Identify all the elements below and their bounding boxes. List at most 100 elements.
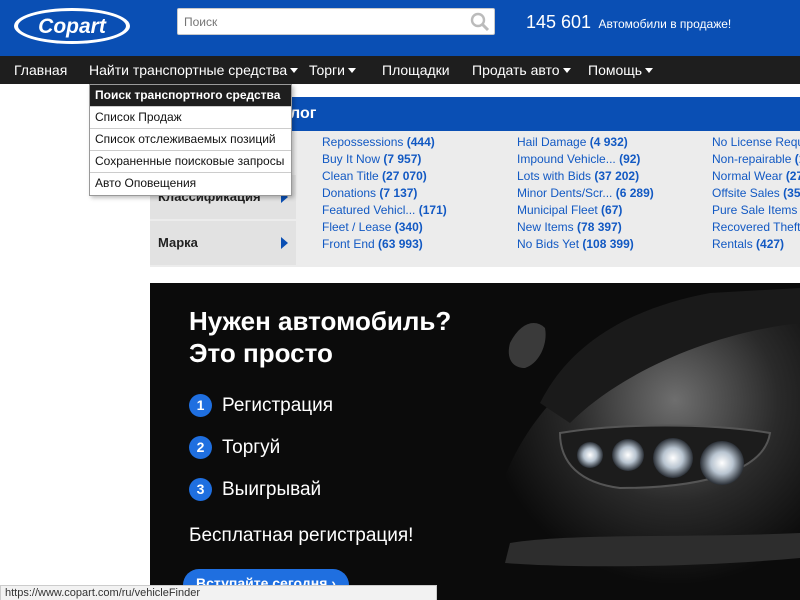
catalog-link[interactable]: No License Requ... — [712, 134, 800, 151]
link-count: (27 — [785, 169, 800, 183]
status-url: https://www.copart.com/ru/vehicleFinder — [5, 587, 201, 599]
catalog-link[interactable]: Fleet / Lease (340) — [322, 219, 447, 236]
nav-item-label: Продать авто — [472, 62, 560, 78]
link-count: (427) — [756, 237, 785, 251]
catalog-link[interactable]: Donations (7 137) — [322, 185, 447, 202]
catalog-link[interactable]: New Items (78 397) — [517, 219, 654, 236]
link-name: No License Requ... — [712, 135, 800, 149]
main-nav: Главная Найти транспортные средства Торг… — [0, 56, 800, 84]
link-count: (92) — [619, 152, 641, 166]
nav-item-label: Найти транспортные средства — [89, 62, 288, 78]
link-name: Fleet / Lease — [322, 220, 392, 234]
step-label: Регистрация — [222, 395, 334, 416]
nav-item-auctions[interactable]: Торги — [309, 56, 356, 84]
dropdown-item-saved-searches[interactable]: Сохраненные поисковые запросы — [90, 151, 291, 173]
catalog-link[interactable]: Offsite Sales (355 — [712, 185, 800, 202]
link-name: New Items — [517, 220, 574, 234]
step-label: Выигрывай — [222, 479, 322, 500]
link-count: (1 — [794, 152, 800, 166]
link-count: (7 957) — [383, 152, 422, 166]
link-count: (27 070) — [382, 169, 427, 183]
chevron-down-icon — [645, 67, 654, 73]
catalog-link[interactable]: Non-repairable (1 — [712, 151, 800, 168]
catalog-link[interactable]: Pure Sale Items ( — [712, 202, 800, 219]
search-input[interactable] — [178, 9, 458, 34]
nav-item-home[interactable]: Главная — [14, 56, 67, 84]
link-count: (37 202) — [594, 169, 640, 183]
nav-item-label: Помощь — [588, 62, 643, 78]
search-icon[interactable] — [470, 12, 490, 32]
link-count: (171) — [418, 203, 447, 217]
nav-item-locations[interactable]: Площадки — [382, 56, 450, 84]
vehicle-count: 145 601 Автомобили в продаже! — [526, 12, 731, 33]
catalog-link[interactable]: Featured Vehicl... (171) — [322, 202, 447, 219]
link-count: (108 399) — [582, 237, 634, 251]
link-name: Rentals — [712, 237, 753, 251]
nav-item-label: Площадки — [382, 62, 450, 78]
dropdown-item-vehicle-search[interactable]: Поиск транспортного средства — [90, 85, 291, 107]
link-count: (355 — [783, 186, 800, 200]
find-vehicles-dropdown: Поиск транспортного средства Список Прод… — [89, 84, 292, 196]
filter-label: Марка — [158, 235, 198, 250]
link-name: Municipal Fleet — [517, 203, 598, 217]
browser-status-bar: https://www.copart.com/ru/vehicleFinder — [0, 585, 437, 600]
catalog-link[interactable]: Municipal Fleet (67) — [517, 202, 654, 219]
catalog-link[interactable]: Buy It Now (7 957) — [322, 151, 447, 168]
link-count: (6 289) — [615, 186, 654, 200]
catalog-title-text: лог — [290, 105, 317, 122]
catalog-link[interactable]: Hail Damage (4 932) — [517, 134, 654, 151]
link-name: Buy It Now — [322, 152, 381, 166]
nav-item-find-vehicles[interactable]: Найти транспортные средства — [89, 56, 299, 84]
catalog-link[interactable]: Clean Title (27 070) — [322, 168, 447, 185]
catalog-link[interactable]: Lots with Bids (37 202) — [517, 168, 654, 185]
link-name: Lots with Bids — [517, 169, 592, 183]
link-name: Repossessions — [322, 135, 404, 149]
link-count: (340) — [394, 220, 423, 234]
catalog-link[interactable]: Repossessions (444) — [322, 134, 447, 151]
catalog-link[interactable]: Front End (63 993) — [322, 236, 447, 253]
chevron-right-icon — [281, 237, 288, 249]
headline-line: Нужен автомобиль? — [189, 306, 452, 336]
dropdown-item-watchlist[interactable]: Список отслеживаемых позиций — [90, 129, 291, 151]
dropdown-item-sales-list[interactable]: Список Продаж — [90, 107, 291, 129]
vehicle-count-number: 145 601 — [526, 12, 592, 32]
link-name: No Bids Yet — [517, 237, 580, 251]
dropdown-item-vehicle-alerts[interactable]: Авто Оповещения — [90, 173, 291, 195]
catalog-column-3: No License Requ... Non-repairable (1 Nor… — [712, 134, 800, 253]
link-count: (444) — [406, 135, 435, 149]
site-header: Copart 145 601 Автомобили в продаже! — [0, 0, 800, 56]
nav-item-help[interactable]: Помощь — [588, 56, 654, 84]
catalog-link[interactable]: No Bids Yet (108 399) — [517, 236, 654, 253]
catalog-link[interactable]: Normal Wear (27 — [712, 168, 800, 185]
copart-logo[interactable]: Copart — [12, 6, 132, 46]
promo-banner[interactable]: Нужен автомобиль? Это просто 1 Регистрац… — [150, 283, 800, 600]
link-name: Hail Damage — [517, 135, 587, 149]
banner-headline: Нужен автомобиль? Это просто — [189, 305, 451, 369]
catalog-link[interactable]: Recovered Theft... — [712, 219, 800, 236]
chevron-down-icon — [562, 67, 571, 73]
nav-item-label: Главная — [14, 62, 68, 78]
logo-text: Copart — [38, 15, 107, 38]
filter-make[interactable]: Марка — [150, 221, 296, 265]
link-name: Front End — [322, 237, 375, 251]
search-box[interactable] — [177, 8, 495, 35]
chevron-down-icon — [347, 67, 356, 73]
catalog-column-2: Hail Damage (4 932) Impound Vehicle... (… — [517, 134, 654, 253]
link-name: Minor Dents/Scr... — [517, 186, 613, 200]
nav-item-sell-car[interactable]: Продать авто — [472, 56, 571, 84]
step-number-badge: 2 — [189, 436, 212, 459]
step-label: Торгуй — [222, 437, 281, 458]
link-name: Recovered Theft... — [712, 220, 800, 234]
link-name: Featured Vehicl... — [322, 203, 416, 217]
catalog-link[interactable]: Rentals (427) — [712, 236, 800, 253]
link-count: (4 932) — [589, 135, 628, 149]
link-count: (78 397) — [577, 220, 622, 234]
link-name: Pure Sale Items — [712, 203, 798, 217]
vehicle-count-label: Автомобили в продаже! — [598, 17, 732, 31]
headline-line: Это просто — [189, 338, 333, 368]
catalog-link[interactable]: Minor Dents/Scr... (6 289) — [517, 185, 654, 202]
free-registration-text: Бесплатная регистрация! — [189, 525, 414, 546]
link-name: Offsite Sales — [712, 186, 780, 200]
catalog-link[interactable]: Impound Vehicle... (92) — [517, 151, 654, 168]
link-name: Donations — [322, 186, 377, 200]
